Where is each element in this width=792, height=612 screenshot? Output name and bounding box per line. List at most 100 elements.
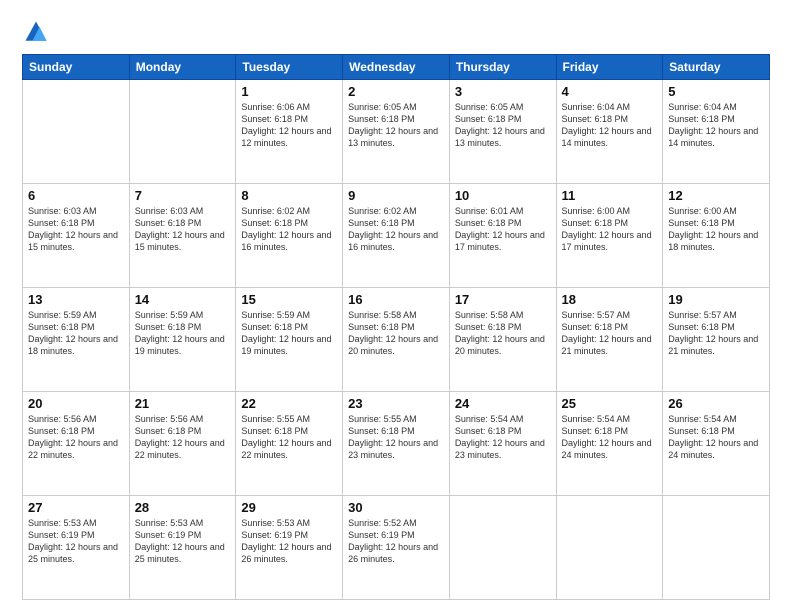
calendar-cell: 20 Sunrise: 5:56 AM Sunset: 6:18 PM Dayli… <box>23 392 130 496</box>
day-info: Sunrise: 6:06 AM Sunset: 6:18 PM Dayligh… <box>241 101 337 150</box>
calendar-cell: 6 Sunrise: 6:03 AM Sunset: 6:18 PM Daylig… <box>23 184 130 288</box>
day-info: Sunrise: 6:05 AM Sunset: 6:18 PM Dayligh… <box>455 101 551 150</box>
day-info: Sunrise: 5:53 AM Sunset: 6:19 PM Dayligh… <box>241 517 337 566</box>
calendar-cell: 5 Sunrise: 6:04 AM Sunset: 6:18 PM Daylig… <box>663 80 770 184</box>
day-info: Sunrise: 5:57 AM Sunset: 6:18 PM Dayligh… <box>562 309 658 358</box>
calendar-cell: 28Sunrise: 5:53 AM Sunset: 6:19 PM Dayli… <box>129 496 236 600</box>
day-info: Sunrise: 6:02 AM Sunset: 6:18 PM Dayligh… <box>348 205 444 254</box>
day-info: Sunrise: 6:03 AM Sunset: 6:18 PM Dayligh… <box>135 205 231 254</box>
calendar-cell: 8 Sunrise: 6:02 AM Sunset: 6:18 PM Daylig… <box>236 184 343 288</box>
day-number: 12 <box>668 188 764 203</box>
day-info: Sunrise: 5:52 AM Sunset: 6:19 PM Dayligh… <box>348 517 444 566</box>
day-info: Sunrise: 6:00 AM Sunset: 6:18 PM Dayligh… <box>562 205 658 254</box>
day-number: 9 <box>348 188 444 203</box>
logo-icon <box>22 18 50 46</box>
calendar-week-row: 20 Sunrise: 5:56 AM Sunset: 6:18 PM Dayli… <box>23 392 770 496</box>
calendar-cell: 2 Sunrise: 6:05 AM Sunset: 6:18 PM Daylig… <box>343 80 450 184</box>
day-info: Sunrise: 5:59 AM Sunset: 6:18 PM Dayligh… <box>241 309 337 358</box>
calendar-cell: 29Sunrise: 5:53 AM Sunset: 6:19 PM Dayli… <box>236 496 343 600</box>
day-number: 26 <box>668 396 764 411</box>
calendar-cell: 18 Sunrise: 5:57 AM Sunset: 6:18 PM Dayli… <box>556 288 663 392</box>
day-number: 14 <box>135 292 231 307</box>
day-number: 15 <box>241 292 337 307</box>
day-number: 22 <box>241 396 337 411</box>
day-info: Sunrise: 6:04 AM Sunset: 6:18 PM Dayligh… <box>562 101 658 150</box>
day-number: 7 <box>135 188 231 203</box>
calendar-cell <box>556 496 663 600</box>
weekday-header-sunday: Sunday <box>23 55 130 80</box>
calendar-cell: 9 Sunrise: 6:02 AM Sunset: 6:18 PM Daylig… <box>343 184 450 288</box>
calendar-cell: 22 Sunrise: 5:55 AM Sunset: 6:18 PM Dayli… <box>236 392 343 496</box>
day-info: Sunrise: 5:54 AM Sunset: 6:18 PM Dayligh… <box>455 413 551 462</box>
day-number: 8 <box>241 188 337 203</box>
day-number: 20 <box>28 396 124 411</box>
day-info: Sunrise: 6:02 AM Sunset: 6:18 PM Dayligh… <box>241 205 337 254</box>
day-info: Sunrise: 5:56 AM Sunset: 6:18 PM Dayligh… <box>135 413 231 462</box>
day-number: 17 <box>455 292 551 307</box>
day-number: 21 <box>135 396 231 411</box>
calendar-cell <box>23 80 130 184</box>
day-info: Sunrise: 6:04 AM Sunset: 6:18 PM Dayligh… <box>668 101 764 150</box>
day-number: 13 <box>28 292 124 307</box>
day-info: Sunrise: 6:05 AM Sunset: 6:18 PM Dayligh… <box>348 101 444 150</box>
calendar-cell: 14 Sunrise: 5:59 AM Sunset: 6:18 PM Dayli… <box>129 288 236 392</box>
day-number: 30 <box>348 500 444 515</box>
calendar-week-row: 27 Sunrise: 5:53 AM Sunset: 6:19 PM Dayli… <box>23 496 770 600</box>
header <box>22 18 770 46</box>
calendar-cell: 21 Sunrise: 5:56 AM Sunset: 6:18 PM Dayli… <box>129 392 236 496</box>
day-info: Sunrise: 5:56 AM Sunset: 6:18 PM Dayligh… <box>28 413 124 462</box>
calendar-cell: 4 Sunrise: 6:04 AM Sunset: 6:18 PM Daylig… <box>556 80 663 184</box>
calendar-cell <box>449 496 556 600</box>
day-info: Sunrise: 5:55 AM Sunset: 6:18 PM Dayligh… <box>348 413 444 462</box>
day-number: 5 <box>668 84 764 99</box>
day-number: 10 <box>455 188 551 203</box>
calendar-body: 1 Sunrise: 6:06 AM Sunset: 6:18 PM Daylig… <box>23 80 770 600</box>
calendar-cell: 17 Sunrise: 5:58 AM Sunset: 6:18 PM Dayli… <box>449 288 556 392</box>
calendar-cell: 10 Sunrise: 6:01 AM Sunset: 6:18 PM Dayli… <box>449 184 556 288</box>
calendar-cell: 19 Sunrise: 5:57 AM Sunset: 6:18 PM Dayli… <box>663 288 770 392</box>
day-info: Sunrise: 5:57 AM Sunset: 6:18 PM Dayligh… <box>668 309 764 358</box>
calendar-week-row: 1 Sunrise: 6:06 AM Sunset: 6:18 PM Daylig… <box>23 80 770 184</box>
day-number: 2 <box>348 84 444 99</box>
calendar-cell: 7 Sunrise: 6:03 AM Sunset: 6:18 PM Daylig… <box>129 184 236 288</box>
day-info: Sunrise: 5:59 AM Sunset: 6:18 PM Dayligh… <box>28 309 124 358</box>
day-number: 18 <box>562 292 658 307</box>
calendar-cell: 13 Sunrise: 5:59 AM Sunset: 6:18 PM Dayli… <box>23 288 130 392</box>
day-number: 28 <box>135 500 231 515</box>
weekday-header-tuesday: Tuesday <box>236 55 343 80</box>
calendar-cell: 25Sunrise: 5:54 AM Sunset: 6:18 PM Dayli… <box>556 392 663 496</box>
calendar-cell: 15 Sunrise: 5:59 AM Sunset: 6:18 PM Dayli… <box>236 288 343 392</box>
day-info: Sunrise: 6:01 AM Sunset: 6:18 PM Dayligh… <box>455 205 551 254</box>
day-info: Sunrise: 5:58 AM Sunset: 6:18 PM Dayligh… <box>455 309 551 358</box>
weekday-header-wednesday: Wednesday <box>343 55 450 80</box>
calendar-cell: 1 Sunrise: 6:06 AM Sunset: 6:18 PM Daylig… <box>236 80 343 184</box>
weekday-header-monday: Monday <box>129 55 236 80</box>
weekday-header-thursday: Thursday <box>449 55 556 80</box>
day-info: Sunrise: 6:03 AM Sunset: 6:18 PM Dayligh… <box>28 205 124 254</box>
day-number: 25 <box>562 396 658 411</box>
calendar-cell: 23 Sunrise: 5:55 AM Sunset: 6:18 PM Dayli… <box>343 392 450 496</box>
day-number: 23 <box>348 396 444 411</box>
day-number: 19 <box>668 292 764 307</box>
day-number: 11 <box>562 188 658 203</box>
calendar-cell <box>129 80 236 184</box>
calendar-week-row: 6 Sunrise: 6:03 AM Sunset: 6:18 PM Daylig… <box>23 184 770 288</box>
day-info: Sunrise: 5:58 AM Sunset: 6:18 PM Dayligh… <box>348 309 444 358</box>
calendar-cell: 3Sunrise: 6:05 AM Sunset: 6:18 PM Daylig… <box>449 80 556 184</box>
day-number: 6 <box>28 188 124 203</box>
calendar-table: SundayMondayTuesdayWednesdayThursdayFrid… <box>22 54 770 600</box>
day-info: Sunrise: 5:55 AM Sunset: 6:18 PM Dayligh… <box>241 413 337 462</box>
calendar-cell: 26 Sunrise: 5:54 AM Sunset: 6:18 PM Dayli… <box>663 392 770 496</box>
day-info: Sunrise: 5:54 AM Sunset: 6:18 PM Dayligh… <box>668 413 764 462</box>
weekday-header-row: SundayMondayTuesdayWednesdayThursdayFrid… <box>23 55 770 80</box>
day-number: 27 <box>28 500 124 515</box>
day-number: 4 <box>562 84 658 99</box>
calendar-week-row: 13 Sunrise: 5:59 AM Sunset: 6:18 PM Dayli… <box>23 288 770 392</box>
day-info: Sunrise: 5:59 AM Sunset: 6:18 PM Dayligh… <box>135 309 231 358</box>
calendar-cell: 16Sunrise: 5:58 AM Sunset: 6:18 PM Dayli… <box>343 288 450 392</box>
calendar-cell: 27Sunrise: 5:53 AM Sunset: 6:19 PM Dayli… <box>23 496 130 600</box>
calendar-header: SundayMondayTuesdayWednesdayThursdayFrid… <box>23 55 770 80</box>
calendar-cell: 12Sunrise: 6:00 AM Sunset: 6:18 PM Dayli… <box>663 184 770 288</box>
day-number: 1 <box>241 84 337 99</box>
calendar-cell: 30 Sunrise: 5:52 AM Sunset: 6:19 PM Dayli… <box>343 496 450 600</box>
